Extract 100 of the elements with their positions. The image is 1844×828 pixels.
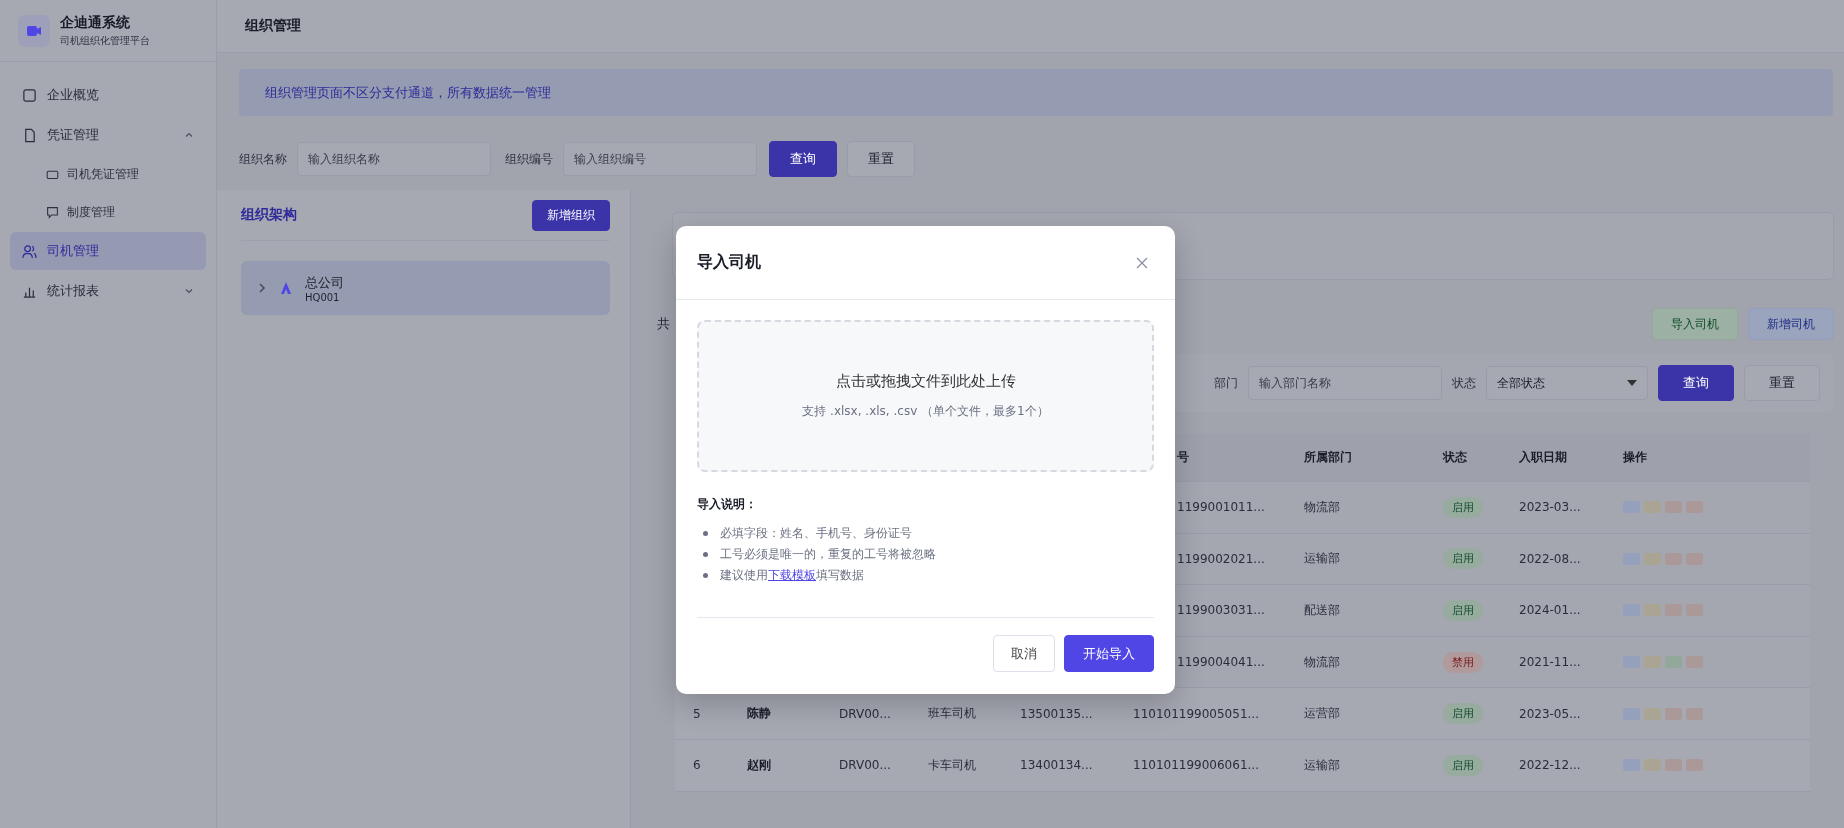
nav-icon [22, 87, 37, 103]
nav-item[interactable]: 司机管理 [10, 232, 206, 270]
column-header: 号 [1177, 450, 1189, 464]
upload-hint: 支持 .xlsx, .xls, .csv （单个文件，最多1个） [802, 403, 1049, 420]
action-button[interactable] [1686, 707, 1703, 720]
table-cell: 物流部 [1304, 499, 1340, 514]
table-cell: 2022-12... [1519, 758, 1581, 773]
table-cell: 赵刚 [747, 757, 771, 772]
note-text: 必填字段：姓名、手机号、身份证号 [720, 525, 912, 542]
status-tag: 启用 [1443, 496, 1483, 518]
status-tag: 启用 [1443, 754, 1483, 776]
download-template-link[interactable]: 下载模板 [768, 568, 816, 582]
table-cell: 2023-03... [1519, 500, 1581, 515]
column-header: 操作 [1623, 450, 1647, 464]
table-cell: 1199004041... [1177, 655, 1265, 670]
table-cell: 物流部 [1304, 654, 1340, 669]
input-field[interactable]: 输入组织名称 [297, 142, 491, 176]
action-button[interactable] [1644, 656, 1661, 669]
logo-icon [18, 14, 50, 47]
field-label: 组织编号 [505, 150, 553, 168]
table-cell: 配送部 [1304, 603, 1340, 617]
action-button[interactable] [1644, 707, 1661, 720]
table-cell: 运输部 [1304, 551, 1340, 566]
input-field[interactable]: 输入部门名称 [1248, 366, 1442, 400]
note-text: 工号必须是唯一的，重复的工号将被忽略 [720, 546, 936, 563]
nav-item[interactable]: 凭证管理 [10, 116, 206, 154]
table-cell: 5 [693, 706, 701, 721]
table-cell: 1199001011... [1177, 500, 1265, 515]
table-cell: DRV00... [839, 758, 891, 773]
status-select[interactable]: 全部状态 [1486, 366, 1648, 400]
table-cell: 13400134... [1020, 758, 1093, 773]
nav-icon [22, 243, 37, 259]
add-button[interactable]: 新增司机 [1748, 308, 1834, 340]
upload-text: 点击或拖拽文件到此处上传 [835, 372, 1016, 391]
chevron-icon [184, 286, 194, 296]
add-org-button[interactable]: 新增组织 [532, 199, 610, 231]
action-button[interactable] [1686, 759, 1703, 772]
page-title: 组织管理 [245, 17, 301, 35]
table-cell: 2023-05... [1519, 706, 1581, 721]
nav-subitem[interactable]: 制度管理 [10, 194, 206, 230]
input-field[interactable]: 输入组织编号 [563, 142, 757, 176]
reset-button[interactable]: 重置 [847, 141, 915, 177]
table-cell: 13500135... [1020, 706, 1093, 721]
chevron-icon [184, 130, 194, 140]
table-cell: 2022-08... [1519, 551, 1581, 566]
column-header: 状态 [1443, 450, 1467, 464]
action-button[interactable] [1644, 552, 1661, 565]
nav-item[interactable]: 统计报表 [10, 272, 206, 310]
action-button[interactable] [1644, 604, 1661, 617]
count-text: 共 [657, 315, 670, 333]
start-import-button[interactable]: 开始导入 [1064, 635, 1154, 672]
note-text: 建议使用下载模板填写数据 [720, 567, 864, 584]
action-button[interactable] [1665, 759, 1682, 772]
caret-icon [1627, 380, 1637, 386]
column-header: 入职日期 [1519, 450, 1567, 464]
table-cell: 110101199006061... [1133, 758, 1259, 773]
column-header: 所属部门 [1304, 450, 1352, 464]
table-cell: 运输部 [1304, 757, 1340, 772]
bullet-icon [703, 552, 708, 557]
nav-icon [46, 205, 59, 219]
field-label: 组织名称 [239, 150, 287, 168]
app-title: 企迪通系统 [60, 13, 131, 32]
nav-item[interactable]: 企业概览 [10, 76, 206, 114]
status-tag: 禁用 [1443, 651, 1483, 673]
table-cell: 2024-01... [1519, 603, 1581, 618]
table-cell: 陈静 [747, 706, 771, 721]
cancel-button[interactable]: 取消 [993, 635, 1055, 672]
panel-title: 组织架构 [241, 206, 297, 224]
action-button[interactable] [1644, 501, 1661, 514]
import-button[interactable]: 导入司机 [1652, 308, 1738, 340]
close-icon[interactable] [1135, 255, 1149, 270]
action-button[interactable] [1665, 707, 1682, 720]
table-cell: 2021-11... [1519, 655, 1581, 670]
search-button[interactable]: 查询 [769, 141, 837, 177]
table-cell: 班车司机 [928, 706, 976, 721]
table-cell: 6 [693, 758, 701, 773]
notice-text: 组织管理页面不区分支付通道，所有数据统一管理 [265, 83, 551, 102]
table-cell: 110101199005051... [1133, 706, 1259, 721]
bullet-icon [703, 573, 708, 578]
table-cell: 1199002021... [1177, 551, 1265, 566]
upload-dropzone[interactable]: 点击或拖拽文件到此处上传 支持 .xlsx, .xls, .csv （单个文件，最多1个） [697, 320, 1154, 472]
table-cell: 1199003031... [1177, 603, 1265, 618]
search-button[interactable]: 查询 [1658, 365, 1734, 401]
tree-node[interactable]: 总公司 HQ001 [241, 261, 610, 315]
app-subtitle: 司机组织化管理平台 [60, 33, 150, 48]
status-tag: 启用 [1443, 548, 1483, 570]
table-cell: DRV00... [839, 706, 891, 721]
notes-title: 导入说明： [697, 496, 758, 513]
status-tag: 启用 [1443, 600, 1483, 621]
reset-button[interactable]: 重置 [1744, 365, 1820, 401]
dialog-title: 导入司机 [697, 252, 761, 273]
bullet-icon [703, 531, 708, 536]
nav-subitem[interactable]: 司机凭证管理 [10, 156, 206, 192]
nav-icon [22, 127, 37, 143]
action-button[interactable] [1644, 759, 1661, 772]
status-tag: 启用 [1443, 703, 1483, 725]
field-label: 状态 [1452, 374, 1476, 392]
org-icon [279, 281, 293, 295]
field-label: 部门 [1214, 374, 1238, 392]
table-cell: 运营部 [1304, 706, 1340, 721]
